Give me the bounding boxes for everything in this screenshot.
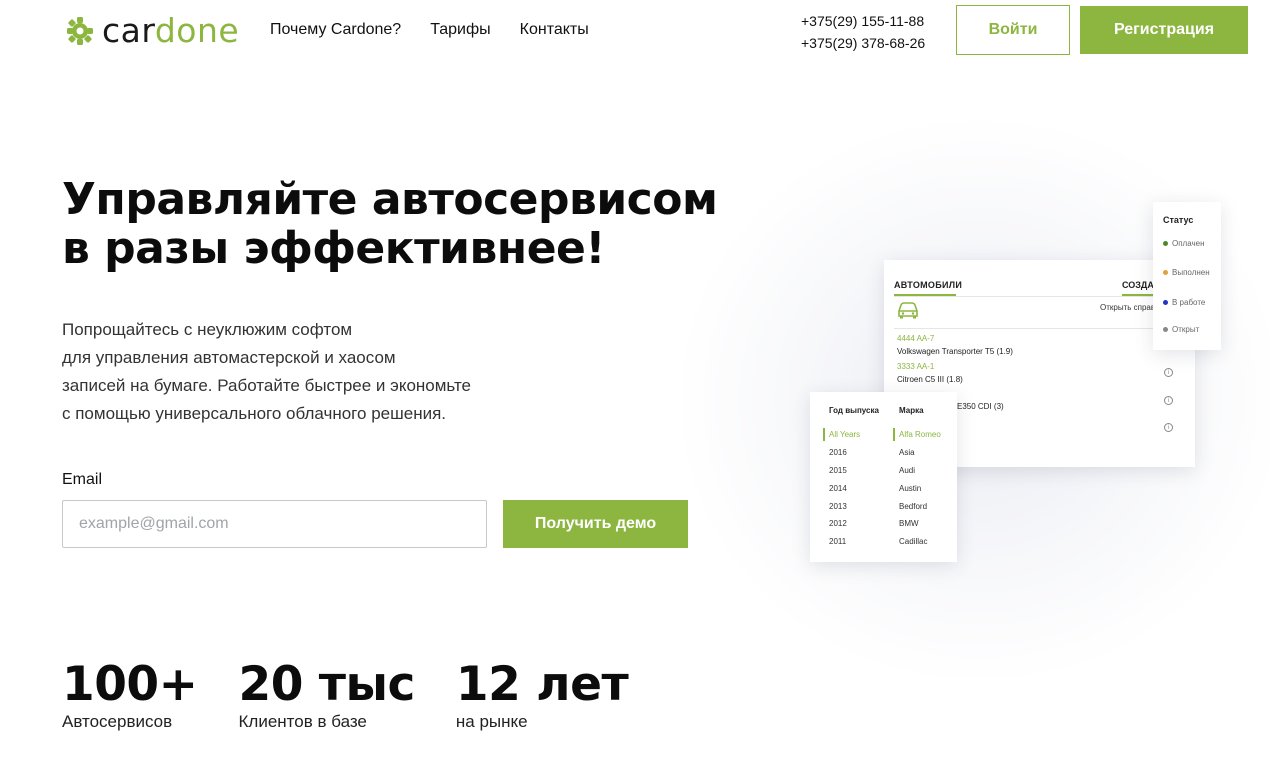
hero-title: Управляйте автосервисом в разы эффективн… bbox=[62, 174, 718, 274]
info-icon: i bbox=[1164, 368, 1173, 377]
car-plate: 4444 AA-7 bbox=[897, 334, 935, 343]
stat-value: 12 лет bbox=[455, 657, 629, 712]
status-label: Выполнен bbox=[1172, 268, 1210, 277]
hero-description-line: с помощью универсального облачного решен… bbox=[62, 404, 447, 423]
stats: 100+ Автосервисов 20 тыс Клиентов в базе… bbox=[62, 660, 669, 732]
stat-item: 100+ Автосервисов bbox=[62, 660, 198, 732]
logo[interactable]: cardone bbox=[66, 14, 239, 47]
hero-title-line: в разы эффективнее! bbox=[62, 223, 605, 274]
brand-option: Bedford bbox=[899, 502, 928, 511]
hero-title-line: Управляйте автосервисом bbox=[62, 174, 718, 225]
get-demo-button[interactable]: Получить демо bbox=[503, 500, 688, 548]
year-option: 2013 bbox=[829, 502, 847, 511]
phone-2[interactable]: +375(29) 378-68-26 bbox=[801, 32, 925, 54]
filter-year-header: Год выпуска bbox=[829, 406, 879, 415]
status-item: Выполнен bbox=[1163, 268, 1210, 277]
status-item: Открыт bbox=[1163, 325, 1199, 334]
status-filter-card: Статус Оплачен Выполнен В работе Открыт bbox=[1153, 202, 1221, 350]
info-icon: i bbox=[1164, 423, 1173, 432]
logo-text: cardone bbox=[102, 14, 239, 47]
year-option: 2015 bbox=[829, 466, 847, 475]
brand-option: Cadillac bbox=[899, 537, 928, 546]
car-model: Volkswagen Transporter T5 (1.9) bbox=[897, 347, 1013, 356]
hero-description: Попрощайтесь с неуклюжим софтом для упра… bbox=[62, 316, 471, 428]
year-option: 2014 bbox=[829, 484, 847, 493]
car-model: E350 CDI (3) bbox=[957, 402, 1004, 411]
stat-value: 20 тыс bbox=[238, 657, 416, 712]
divider bbox=[894, 328, 1184, 329]
hero-description-line: Попрощайтесь с неуклюжим софтом bbox=[62, 320, 353, 339]
selected-indicator bbox=[893, 428, 895, 441]
year-brand-filter-card: Год выпуска Марка All Years 2016 2015 20… bbox=[810, 392, 957, 562]
cars-tab: АВТОМОБИЛИ bbox=[894, 280, 963, 290]
car-model: Citroen C5 III (1.8) bbox=[897, 375, 963, 384]
status-dot bbox=[1163, 270, 1168, 275]
stat-label: Клиентов в базе bbox=[238, 712, 367, 731]
login-button[interactable]: Войти bbox=[956, 5, 1070, 55]
status-label: В работе bbox=[1172, 298, 1206, 307]
year-option: 2012 bbox=[829, 519, 847, 528]
stat-item: 12 лет на рынке bbox=[455, 657, 629, 732]
logo-text-done: done bbox=[154, 11, 240, 50]
status-label: Оплачен bbox=[1172, 239, 1205, 248]
open-reference-link: Открыть справ bbox=[1100, 303, 1156, 312]
status-label: Открыт bbox=[1172, 325, 1200, 334]
hero-description-line: для управления автомастерской и хаосом bbox=[62, 348, 396, 367]
brand-option: Alfa Romeo bbox=[899, 430, 941, 439]
status-title: Статус bbox=[1163, 215, 1194, 225]
stat-item: 20 тыс Клиентов в базе bbox=[238, 657, 416, 732]
status-item: Оплачен bbox=[1163, 239, 1205, 248]
nav-pricing[interactable]: Тарифы bbox=[430, 21, 490, 39]
stat-value: 100+ bbox=[62, 657, 198, 712]
status-dot bbox=[1163, 241, 1168, 246]
gear-logo-icon bbox=[67, 16, 93, 45]
email-input[interactable] bbox=[62, 500, 487, 548]
car-plate: 3333 AA-1 bbox=[897, 362, 935, 371]
divider bbox=[894, 296, 1184, 297]
email-label: Email bbox=[62, 471, 103, 488]
year-option: 2016 bbox=[829, 448, 847, 457]
status-item: В работе bbox=[1163, 298, 1205, 307]
brand-option: Audi bbox=[899, 466, 916, 475]
brand-option: Asia bbox=[899, 448, 915, 457]
phone-numbers: +375(29) 155-11-88 +375(29) 378-68-26 bbox=[801, 10, 925, 54]
status-dot bbox=[1163, 300, 1168, 305]
year-option: 2011 bbox=[829, 537, 847, 546]
stat-label: на рынке bbox=[455, 712, 528, 731]
car-icon bbox=[898, 302, 918, 319]
phone-1[interactable]: +375(29) 155-11-88 bbox=[801, 10, 925, 32]
hero-description-line: записей на бумаге. Работайте быстрее и э… bbox=[62, 376, 472, 395]
selected-indicator bbox=[823, 428, 825, 441]
status-dot bbox=[1163, 327, 1168, 332]
nav-why-cardone[interactable]: Почему Cardone? bbox=[270, 21, 401, 39]
stat-label: Автосервисов bbox=[62, 712, 173, 731]
info-icon: i bbox=[1164, 396, 1173, 405]
register-button[interactable]: Регистрация bbox=[1080, 6, 1248, 54]
brand-option: BMW bbox=[899, 519, 919, 528]
year-option: All Years bbox=[829, 430, 861, 439]
filter-brand-header: Марка bbox=[899, 406, 924, 415]
nav-contacts[interactable]: Контакты bbox=[520, 21, 589, 39]
logo-text-car: car bbox=[102, 11, 155, 50]
main-nav: Почему Cardone? Тарифы Контакты bbox=[270, 21, 589, 39]
brand-option: Austin bbox=[899, 484, 922, 493]
